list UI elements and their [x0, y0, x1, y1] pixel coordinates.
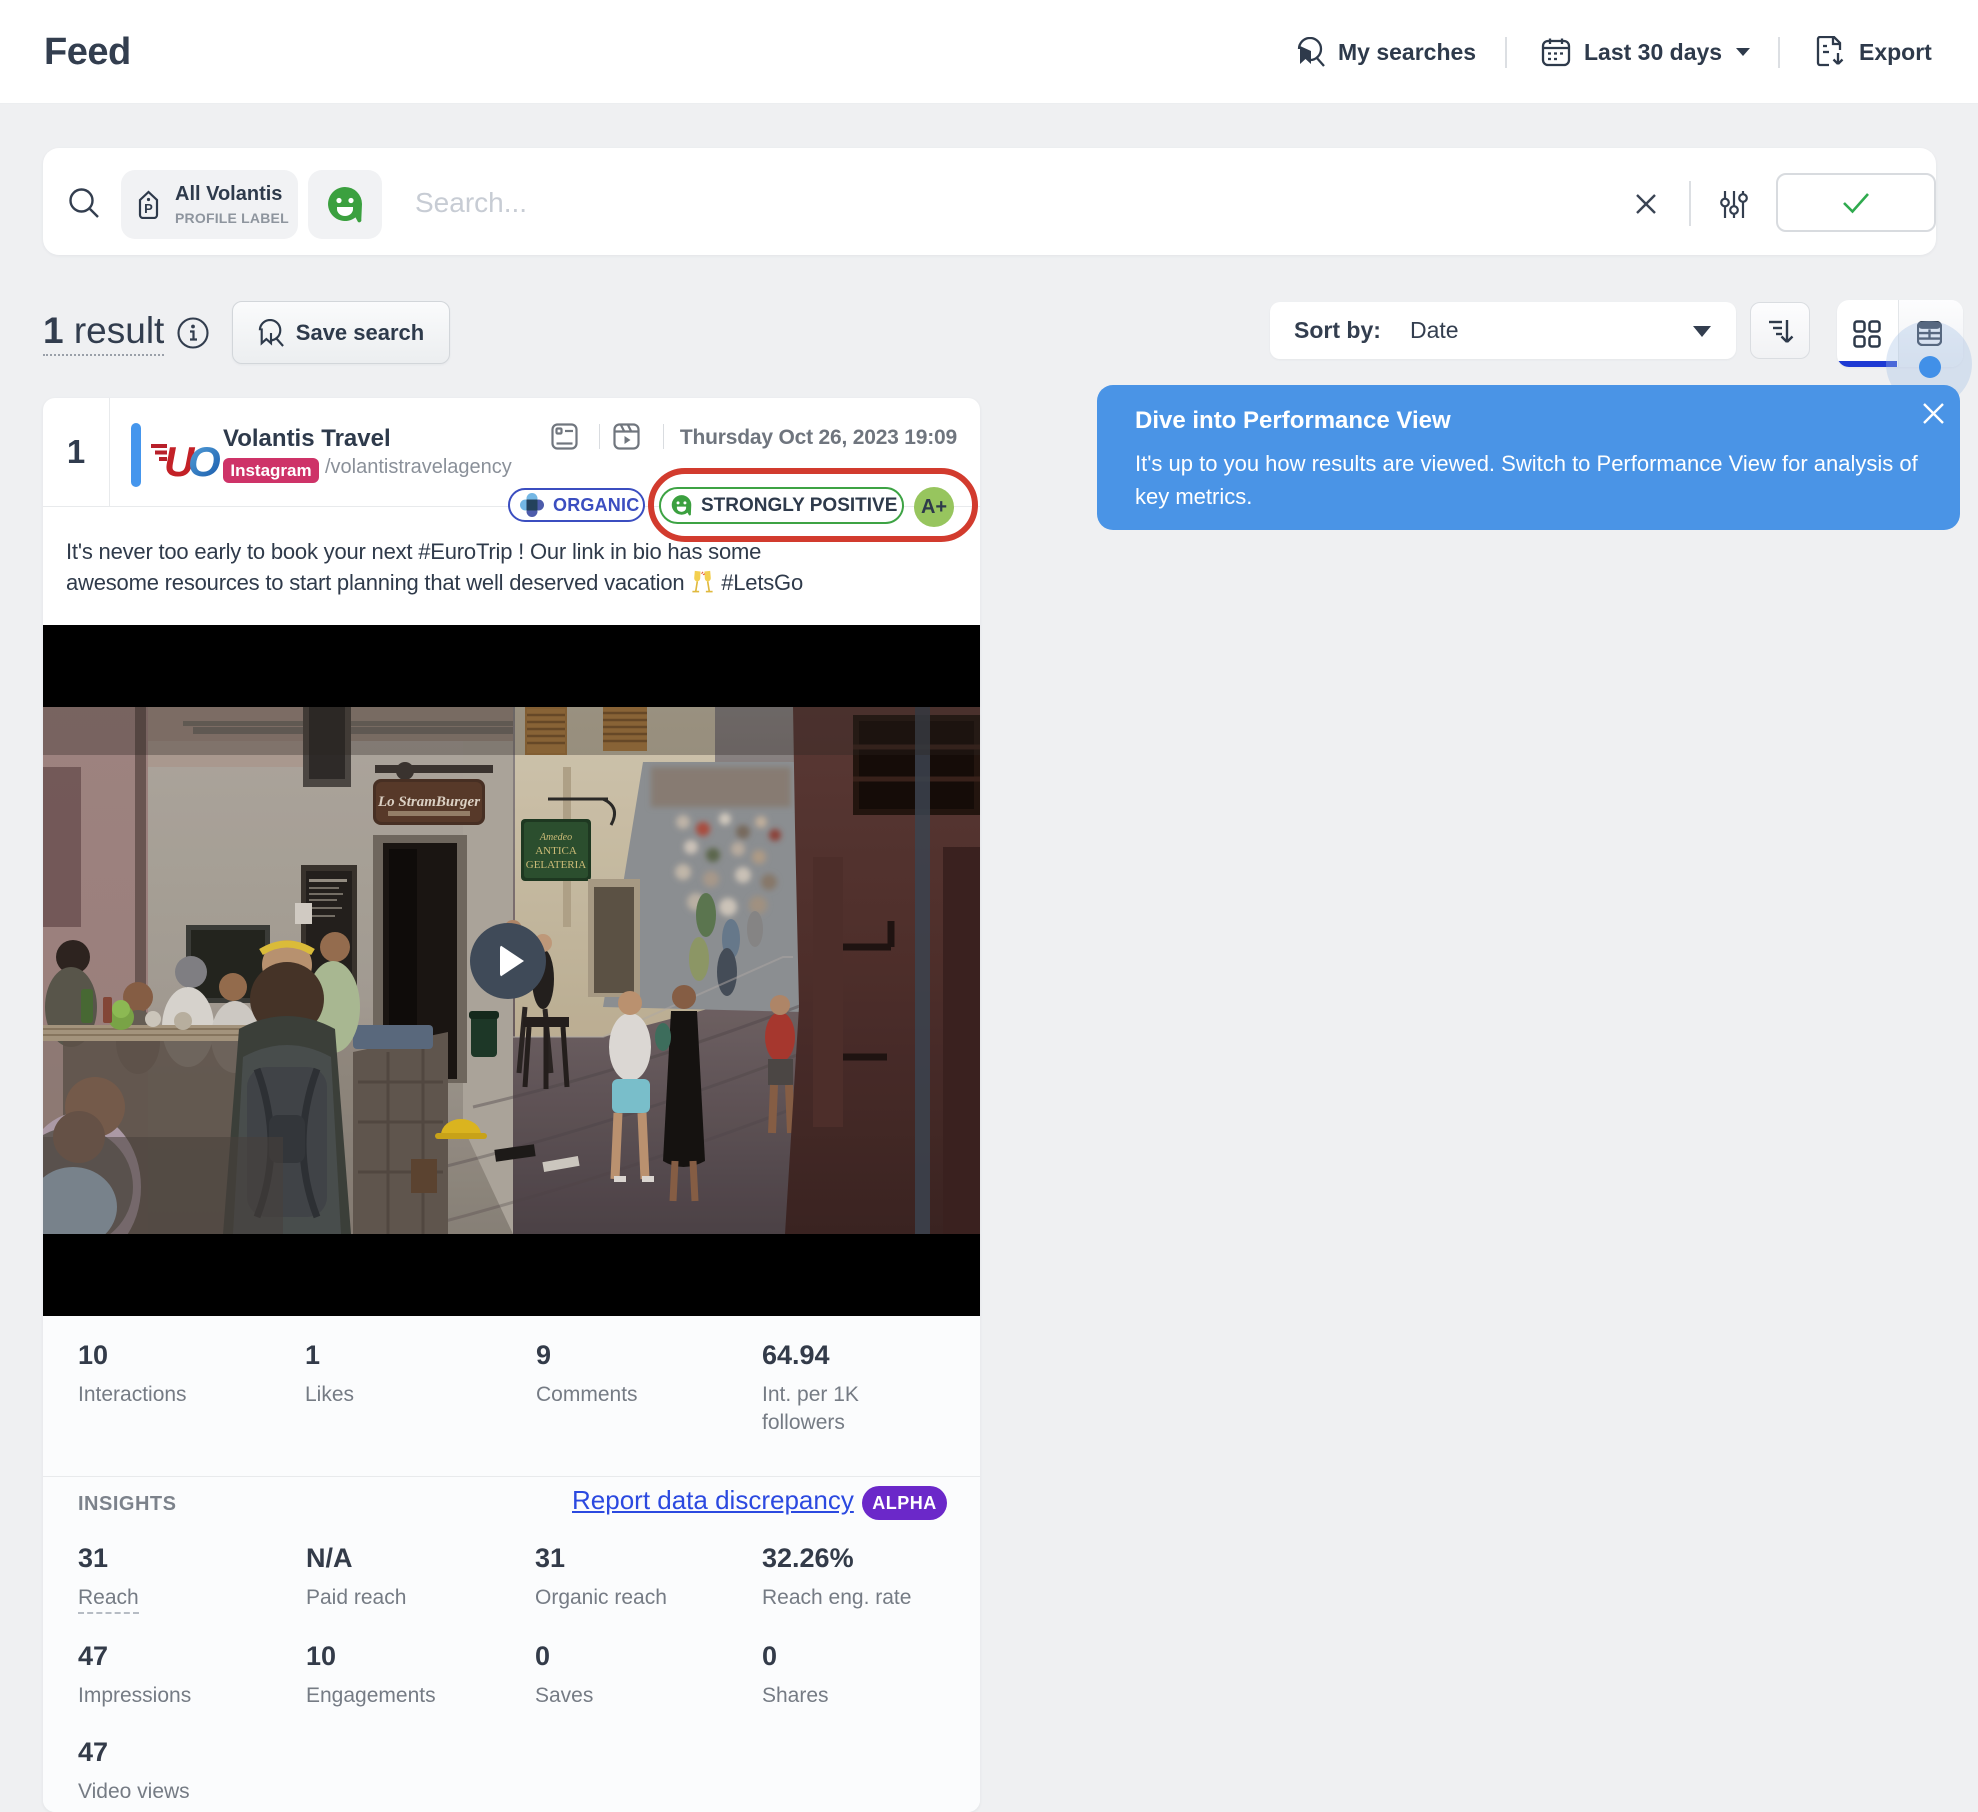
svg-text:O: O: [188, 438, 221, 485]
svg-text:P: P: [144, 201, 153, 216]
